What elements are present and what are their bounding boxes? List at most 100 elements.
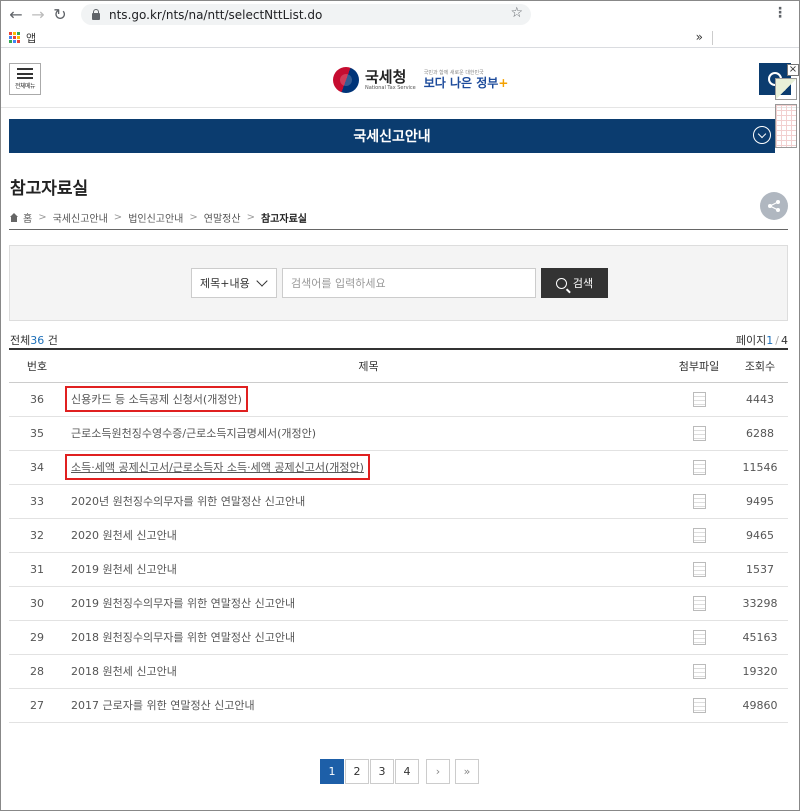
search-input[interactable] [282, 268, 536, 298]
attachment-file-icon[interactable] [692, 697, 711, 718]
row-title-link[interactable]: 소득·세액 공제신고서/근로소득자 소득·세액 공제신고서(개정안) [65, 454, 370, 480]
grid-widget-icon[interactable] [775, 104, 797, 148]
col-title-header: 제목 [65, 348, 666, 383]
row-title-link[interactable]: 2018 원천세 신고안내 [71, 665, 177, 678]
row-number: 33 [9, 484, 65, 519]
row-views: 6288 [732, 416, 788, 451]
table-row: 35 근로소득원천징수영수증/근로소득지급명세서(개정안) 6288 [9, 416, 788, 451]
attachment-file-icon[interactable] [692, 391, 711, 412]
row-title-link[interactable]: 2018 원천징수의무자를 위한 연말정산 신고안내 [71, 631, 295, 644]
section-menu-bar[interactable]: 국세신고안내 [9, 119, 775, 153]
page-button-2[interactable]: 2 [345, 759, 369, 784]
table-row: 32 2020 원천세 신고안내 9465 [9, 518, 788, 553]
total-count: 전체36 건 [10, 332, 58, 348]
url-text: nts.go.kr/nts/na/ntt/selectNttList.do [109, 7, 323, 22]
last-page-icon[interactable]: » [455, 759, 479, 784]
table-row: 27 2017 근로자를 위한 연말정산 신고안내 49860 [9, 688, 788, 723]
section-title: 국세신고안내 [353, 129, 431, 145]
next-page-icon[interactable]: › [426, 759, 450, 784]
page-title: 참고자료실 [10, 179, 89, 199]
logo-korean-text: 국세청 [365, 68, 407, 86]
board-table: 번호 제목 첨부파일 조회수 36 신용카드 등 소득공제 신청서(개정안) 4… [9, 348, 788, 723]
attachment-file-icon[interactable] [692, 561, 711, 582]
lock-icon [91, 9, 101, 20]
total-prefix: 전체 [10, 334, 31, 347]
apps-bookmark[interactable]: 앱 [26, 30, 36, 46]
table-row: 33 2020년 원천징수의무자를 위한 연말정산 신고안내 9495 [9, 484, 788, 519]
row-title-link[interactable]: 신용카드 등 소득공제 신청서(개정안) [65, 386, 248, 412]
site-header: 전체메뉴 국세청 National Tax Service 국민과 함께 새로운… [1, 52, 799, 148]
attachment-file-icon[interactable] [692, 425, 711, 446]
table-row: 30 2019 원천징수의무자를 위한 연말정산 신고안내 33298 [9, 586, 788, 621]
row-title-link[interactable]: 2020년 원천징수의무자를 위한 연말정산 신고안내 [71, 495, 305, 508]
taeguk-emblem-icon [333, 67, 359, 93]
attachment-file-icon[interactable] [692, 663, 711, 684]
row-views: 11546 [732, 450, 788, 485]
browser-menu-icon[interactable]: ⋮ [773, 5, 787, 21]
all-menu-button[interactable]: 전체메뉴 [9, 63, 41, 95]
row-title-link[interactable]: 근로소득원천징수영수증/근로소득지급명세서(개정안) [71, 427, 316, 440]
row-title-link[interactable]: 2019 원천세 신고안내 [71, 563, 177, 576]
government-slogan: 국민과 함께 새로운 대한민국 보다 나은 정부+ [424, 70, 509, 90]
row-title-link[interactable]: 2019 원천징수의무자를 위한 연말정산 신고안내 [71, 597, 295, 610]
apps-grid-icon[interactable] [9, 32, 20, 43]
attachment-file-icon[interactable] [692, 459, 711, 480]
attachment-file-icon[interactable] [692, 527, 711, 548]
row-title-link[interactable]: 2020 원천세 신고안내 [71, 529, 177, 542]
floating-overlay-widgets: × [773, 64, 799, 154]
slogan-main-text: 보다 나은 정부 [423, 76, 499, 90]
hamburger-icon [17, 68, 33, 79]
page-button-4[interactable]: 4 [395, 759, 419, 784]
forward-arrow-icon[interactable]: → [27, 3, 49, 25]
browser-toolbar: ← → ↻ nts.go.kr/nts/na/ntt/selectNttList… [1, 1, 799, 27]
all-menu-label: 전체메뉴 [14, 83, 36, 90]
table-header-row: 번호 제목 첨부파일 조회수 [9, 348, 788, 383]
reload-icon[interactable]: ↻ [49, 3, 71, 25]
row-views: 9495 [732, 484, 788, 519]
total-number: 36 [30, 334, 45, 347]
row-views: 33298 [732, 586, 788, 621]
row-number: 30 [9, 586, 65, 621]
table-row: 31 2019 원천세 신고안내 1537 [9, 552, 788, 587]
bookmarks-overflow[interactable]: » [696, 30, 703, 44]
row-number: 36 [9, 382, 65, 417]
search-button[interactable]: 검색 [541, 268, 608, 298]
section-expand-button[interactable] [753, 126, 771, 144]
row-number: 34 [9, 450, 65, 485]
attachment-file-icon[interactable] [692, 595, 711, 616]
table-row: 29 2018 원천징수의무자를 위한 연말정산 신고안내 45163 [9, 620, 788, 655]
attachment-file-icon[interactable] [692, 629, 711, 650]
page-current: 1 [766, 334, 774, 347]
row-views: 49860 [732, 688, 788, 723]
breadcrumb-home[interactable]: 홈 [23, 210, 32, 225]
page-label: 페이지 [735, 334, 767, 347]
col-views-header: 조회수 [732, 348, 788, 383]
row-number: 27 [9, 688, 65, 723]
row-title-link[interactable]: 2017 근로자를 위한 연말정산 신고안내 [71, 699, 255, 712]
total-suffix: 건 [47, 334, 58, 347]
overlay-widget-icon[interactable] [775, 78, 797, 100]
breadcrumb-separator: > [38, 212, 47, 223]
search-scope-select[interactable]: 제목+내용 [191, 268, 277, 298]
row-views: 9465 [732, 518, 788, 553]
breadcrumb-separator: > [113, 212, 123, 223]
page-button-3[interactable]: 3 [370, 759, 394, 784]
row-number: 35 [9, 416, 65, 451]
breadcrumb-separator: > [189, 212, 198, 223]
row-number: 29 [9, 620, 65, 655]
breadcrumb-item[interactable]: 연말정산 [204, 210, 241, 225]
close-icon[interactable]: × [787, 64, 799, 76]
breadcrumb-item[interactable]: 국세신고안내 [53, 210, 108, 225]
logo-english-text: National Tax Service [365, 85, 416, 91]
back-arrow-icon[interactable]: ← [5, 3, 27, 25]
row-number: 32 [9, 518, 65, 553]
home-icon [9, 213, 19, 222]
search-scope-value: 제목+내용 [200, 277, 250, 290]
address-bar[interactable]: nts.go.kr/nts/na/ntt/selectNttList.do ☆ [81, 4, 531, 25]
page-button-1[interactable]: 1 [320, 759, 344, 784]
breadcrumb-item[interactable]: 법인신고안내 [128, 210, 183, 225]
attachment-file-icon[interactable] [692, 493, 711, 514]
bookmark-star-icon[interactable]: ☆ [510, 5, 523, 21]
nts-logo[interactable]: 국세청 National Tax Service 국민과 함께 새로운 대한민국… [333, 64, 508, 96]
row-views: 4443 [732, 382, 788, 417]
